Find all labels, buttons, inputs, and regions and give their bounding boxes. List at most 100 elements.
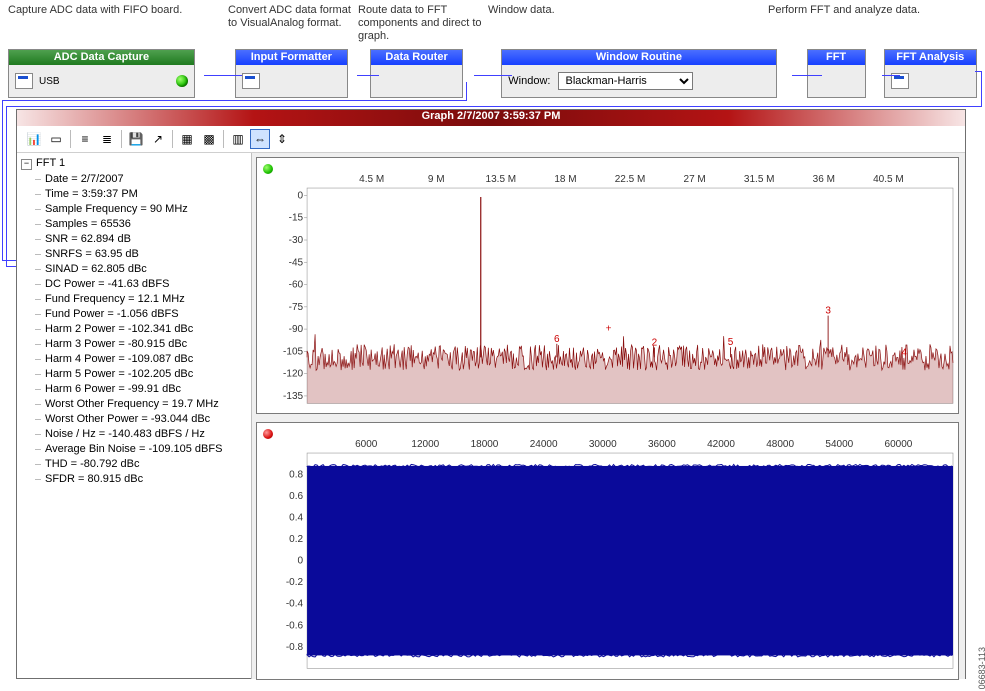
wire (6, 106, 7, 266)
svg-text:-135: -135 (283, 391, 303, 402)
svg-text:4.5 M: 4.5 M (359, 174, 384, 185)
tree-item[interactable]: THD = -80.792 dBc (35, 457, 249, 472)
block-data-router[interactable]: Data Router (370, 49, 463, 98)
tree-item[interactable]: Harm 4 Power = -109.087 dBc (35, 352, 249, 367)
svg-text:18 M: 18 M (554, 174, 576, 185)
svg-text:-0.4: -0.4 (286, 599, 304, 610)
svg-text:6000: 6000 (355, 439, 378, 450)
tree-item[interactable]: Fund Power = -1.056 dBFS (35, 307, 249, 322)
svg-text:-120: -120 (283, 369, 303, 380)
grid-icon[interactable]: ▦ (177, 129, 197, 149)
svg-text:54000: 54000 (825, 439, 853, 450)
svg-text:-60: -60 (289, 280, 304, 291)
svg-text:0.4: 0.4 (289, 513, 303, 524)
svg-text:-0.8: -0.8 (286, 642, 304, 653)
settings-icon[interactable] (15, 73, 33, 89)
settings-icon[interactable] (891, 73, 909, 89)
flow-descriptions: Capture ADC data with FIFO board. Conver… (8, 0, 977, 49)
block-fft[interactable]: FFT (807, 49, 866, 98)
tree-root-label: FFT 1 (36, 157, 65, 169)
time-plot[interactable]: 0.80.60.40.20-0.2-0.4-0.6-0.860001200018… (256, 422, 959, 679)
block-diagram: ADC Data Capture USB Input Formatter Dat… (8, 49, 977, 104)
tree-item[interactable]: Harm 5 Power = -102.205 dBc (35, 367, 249, 382)
block-input-formatter[interactable]: Input Formatter (235, 49, 348, 98)
window-select[interactable]: Blackman-Harris (558, 72, 693, 90)
tree-item[interactable]: Time = 3:59:37 PM (35, 187, 249, 202)
svg-text:18000: 18000 (471, 439, 499, 450)
tree-item[interactable]: Average Bin Noise = -109.105 dBFS (35, 442, 249, 457)
desc-formatter: Convert ADC data format to VisualAnalog … (228, 4, 358, 30)
svg-text:2: 2 (652, 337, 658, 348)
zoom-y-icon[interactable]: ⇕ (272, 129, 292, 149)
desc-router: Route data to FFT components and direct … (358, 4, 488, 43)
block-title: ADC Data Capture (9, 50, 194, 65)
export-icon[interactable]: ↗ (148, 129, 168, 149)
svg-text:36 M: 36 M (813, 174, 835, 185)
tree-item[interactable]: SNR = 62.894 dB (35, 232, 249, 247)
svg-text:30000: 30000 (589, 439, 617, 450)
zoom-x-icon[interactable]: ⇔ (250, 129, 270, 149)
separator (172, 130, 173, 148)
tree-item[interactable]: Noise / Hz = -140.483 dBFS / Hz (35, 427, 249, 442)
tree-item[interactable]: Date = 2/7/2007 (35, 172, 249, 187)
wire (6, 106, 982, 107)
svg-text:31.5 M: 31.5 M (744, 174, 775, 185)
svg-text:0.2: 0.2 (289, 535, 303, 546)
tree-item[interactable]: SINAD = 62.805 dBc (35, 262, 249, 277)
wire (6, 266, 16, 267)
chart-type-icon[interactable]: 📊 (24, 129, 44, 149)
svg-text:-0.6: -0.6 (286, 621, 304, 632)
tree-item[interactable]: SFDR = 80.915 dBc (35, 472, 249, 487)
svg-text:9 M: 9 M (428, 174, 445, 185)
grid2-icon[interactable]: ▩ (199, 129, 219, 149)
tree-item[interactable]: Worst Other Frequency = 19.7 MHz (35, 397, 249, 412)
svg-text:-75: -75 (289, 302, 304, 313)
fft-plot[interactable]: 0-15-30-45-60-75-90-105-120-1354.5 M9 M1… (256, 157, 959, 414)
window-label: Window: (508, 75, 550, 87)
tree-item[interactable]: Harm 3 Power = -80.915 dBc (35, 337, 249, 352)
svg-text:-90: -90 (289, 324, 304, 335)
tree-item[interactable]: Harm 6 Power = -99.91 dBc (35, 382, 249, 397)
axis-icon[interactable]: ▥ (228, 129, 248, 149)
svg-text:12000: 12000 (411, 439, 439, 450)
graph-toolbar: 📊 ▭ ≡ ≣ 💾 ↗ ▦ ▩ ▥ ⇔ ⇕ (17, 126, 965, 153)
block-window-routine[interactable]: Window Routine Window: Blackman-Harris (501, 49, 776, 98)
svg-text:24000: 24000 (530, 439, 558, 450)
tree-item[interactable]: Sample Frequency = 90 MHz (35, 202, 249, 217)
tree-item[interactable]: Worst Other Power = -93.044 dBc (35, 412, 249, 427)
status-led-icon (176, 75, 188, 87)
separator (121, 130, 122, 148)
svg-text:40.5 M: 40.5 M (873, 174, 904, 185)
svg-text:0: 0 (298, 190, 304, 201)
tree-collapse-icon[interactable]: − (21, 159, 32, 170)
svg-text:36000: 36000 (648, 439, 676, 450)
wire (981, 71, 982, 106)
svg-text:13.5 M: 13.5 M (486, 174, 517, 185)
svg-text:3: 3 (825, 306, 831, 317)
tree-item[interactable]: Fund Frequency = 12.1 MHz (35, 292, 249, 307)
block-adc-capture[interactable]: ADC Data Capture USB (8, 49, 195, 98)
window-icon[interactable]: ▭ (46, 129, 66, 149)
settings-icon[interactable] (242, 73, 260, 89)
save-icon[interactable]: 💾 (126, 129, 146, 149)
svg-text:-15: -15 (289, 213, 304, 224)
svg-text:22.5 M: 22.5 M (615, 174, 646, 185)
svg-text:5: 5 (728, 337, 734, 348)
tree-item[interactable]: DC Power = -41.63 dBFS (35, 277, 249, 292)
svg-text:-0.2: -0.2 (286, 578, 304, 589)
tree-item[interactable]: Samples = 65536 (35, 217, 249, 232)
align-icon[interactable]: ≣ (97, 129, 117, 149)
list-icon[interactable]: ≡ (75, 129, 95, 149)
svg-text:-30: -30 (289, 235, 304, 246)
block-title: Input Formatter (236, 50, 347, 65)
svg-text:4: 4 (901, 347, 907, 358)
svg-text:0.8: 0.8 (289, 470, 303, 481)
block-title: Data Router (371, 50, 462, 65)
wire (2, 100, 3, 260)
block-fft-analysis[interactable]: FFT Analysis (884, 49, 977, 98)
graph-window: Graph 2/7/2007 3:59:37 PM 📊 ▭ ≡ ≣ 💾 ↗ ▦ … (16, 109, 966, 679)
tree-item[interactable]: SNRFS = 63.95 dB (35, 247, 249, 262)
tree-item[interactable]: Harm 2 Power = -102.341 dBc (35, 322, 249, 337)
results-tree[interactable]: −FFT 1 Date = 2/7/2007Time = 3:59:37 PMS… (17, 153, 252, 679)
svg-text:+: + (606, 324, 612, 335)
